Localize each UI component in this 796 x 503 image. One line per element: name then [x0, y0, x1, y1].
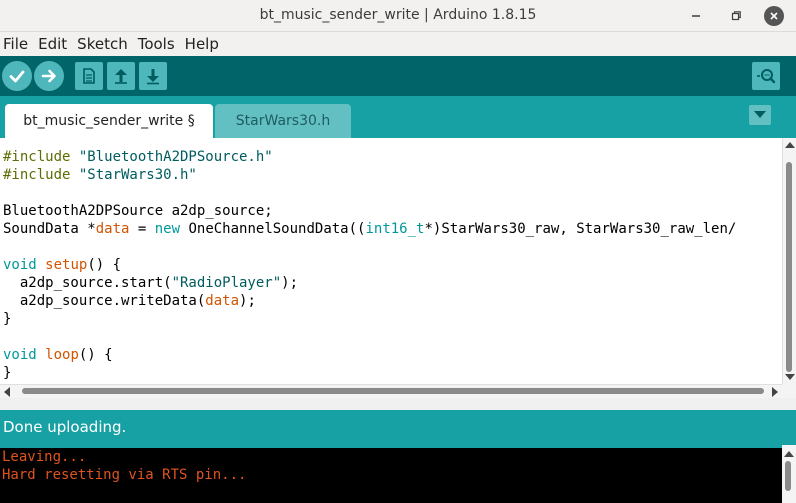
scroll-thumb[interactable] — [786, 162, 792, 372]
console-text: Leaving... Hard resetting via RTS pin... — [2, 448, 246, 484]
code-token: #include — [3, 167, 79, 183]
toolbar — [0, 56, 796, 96]
close-icon[interactable] — [764, 6, 784, 26]
code-token: *)StarWars30_raw, StarWars30_raw_len/ — [424, 221, 737, 237]
code-line[interactable]: a2dp_source.writeData(data); — [3, 292, 736, 310]
status-message: Done uploading. — [3, 418, 127, 436]
save-button[interactable] — [139, 62, 167, 90]
scroll-up-icon[interactable] — [785, 142, 795, 148]
code-token: } — [3, 311, 12, 327]
code-token: void — [3, 257, 37, 273]
code-token: BluetoothA2DPSource a2dp_source; — [3, 203, 273, 219]
verify-button[interactable] — [2, 61, 32, 91]
code-token: () { — [78, 347, 113, 363]
code-line[interactable] — [3, 328, 736, 346]
code-token: ); — [239, 293, 256, 309]
menu-edit[interactable]: Edit — [37, 35, 68, 53]
scroll-thumb[interactable] — [22, 388, 764, 394]
tab-menu-button[interactable] — [749, 105, 771, 125]
scroll-down-icon[interactable] — [785, 374, 795, 380]
code-token: a2dp_source.writeData( — [3, 293, 206, 309]
code-token: a2dp_source.start( — [3, 275, 172, 291]
code-line[interactable] — [3, 238, 736, 256]
upload-button[interactable] — [34, 61, 64, 91]
code-token: "StarWars30.h" — [78, 167, 197, 183]
code-token: data — [95, 221, 130, 237]
console-line: Hard resetting via RTS pin... — [2, 467, 247, 483]
arrow-down-icon — [147, 69, 159, 85]
code-line[interactable]: #include "BluetoothA2DPSource.h" — [3, 148, 736, 166]
title-bar: bt_music_sender_write | Arduino 1.8.15 — [0, 0, 796, 32]
code-token: "RadioPlayer" — [171, 275, 282, 291]
scroll-thumb[interactable] — [785, 461, 791, 491]
magnifier-icon — [757, 69, 776, 84]
code-line[interactable]: void loop() { — [3, 346, 736, 364]
menu-file[interactable]: File — [2, 35, 29, 53]
code-line[interactable]: BluetoothA2DPSource a2dp_source; — [3, 202, 736, 220]
code-token: loop — [45, 347, 79, 363]
restore-icon[interactable] — [726, 6, 746, 26]
code-token: setup — [45, 257, 88, 273]
code-token: void — [3, 347, 37, 363]
code-token: new — [154, 221, 181, 237]
pane-divider[interactable] — [0, 398, 796, 410]
checkmark-icon — [9, 70, 25, 83]
scroll-corner — [782, 384, 796, 398]
tab-bt-music-sender-write[interactable]: bt_music_sender_write § — [5, 104, 213, 138]
tab-starwars30-h[interactable]: StarWars30.h — [215, 104, 351, 138]
code-text[interactable]: #include "BluetoothA2DPSource.h" #include… — [3, 148, 736, 382]
code-token: } — [3, 365, 12, 381]
code-editor[interactable]: #include "BluetoothA2DPSource.h" #include… — [0, 138, 782, 384]
menu-tools[interactable]: Tools — [137, 35, 176, 53]
status-bar: Done uploading. — [0, 410, 796, 445]
open-button[interactable] — [107, 62, 135, 90]
code-token: ); — [281, 275, 299, 291]
new-sketch-button[interactable] — [75, 62, 103, 90]
minimize-icon[interactable] — [686, 6, 706, 26]
scroll-right-icon[interactable] — [772, 387, 778, 397]
code-token: () { — [87, 257, 122, 273]
editor-horizontal-scrollbar[interactable] — [0, 384, 782, 398]
arrow-right-icon — [41, 69, 56, 83]
code-token: "BluetoothA2DPSource.h" — [78, 149, 273, 165]
window-title: bt_music_sender_write | Arduino 1.8.15 — [259, 7, 537, 23]
code-token: SoundData * — [3, 221, 96, 237]
arrow-up-icon — [115, 69, 127, 84]
document-icon — [83, 68, 95, 84]
menu-help[interactable]: Help — [184, 35, 220, 53]
code-line[interactable]: SoundData *data = new OneChannelSoundDat… — [3, 220, 736, 238]
code-token: = — [129, 221, 155, 237]
console-output[interactable]: Leaving... Hard resetting via RTS pin... — [0, 445, 782, 503]
scroll-up-icon[interactable] — [784, 451, 794, 457]
code-token: #include — [3, 149, 79, 165]
serial-monitor-button[interactable] — [752, 62, 780, 90]
code-token: OneChannelSoundData(( — [180, 221, 366, 237]
tab-strip: bt_music_sender_write § StarWars30.h — [0, 96, 796, 138]
code-line[interactable]: } — [3, 364, 736, 382]
code-line[interactable]: #include "StarWars30.h" — [3, 166, 736, 184]
menu-bar: File Edit Sketch Tools Help — [0, 32, 796, 56]
code-line[interactable] — [3, 184, 736, 202]
console-scrollbar[interactable] — [782, 445, 796, 503]
code-line[interactable]: } — [3, 310, 736, 328]
code-token: int16_t — [365, 221, 425, 237]
menu-sketch[interactable]: Sketch — [76, 35, 129, 53]
editor-vertical-scrollbar[interactable] — [782, 138, 796, 384]
console-line: Leaving... — [2, 449, 87, 465]
code-token: data — [205, 293, 240, 309]
code-line[interactable]: a2dp_source.start("RadioPlayer"); — [3, 274, 736, 292]
triangle-down-icon — [754, 111, 766, 118]
code-line[interactable]: void setup() { — [3, 256, 736, 274]
scroll-left-icon[interactable] — [4, 387, 10, 397]
